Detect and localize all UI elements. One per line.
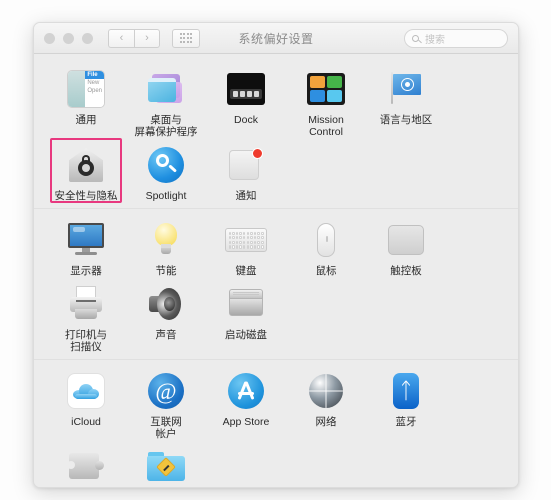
pref-label: Spotlight [145, 190, 187, 202]
sharing-icon [145, 446, 187, 487]
sound-icon [145, 283, 187, 325]
pref-spotlight[interactable]: Spotlight [126, 140, 206, 204]
energy-saver-icon [145, 219, 187, 261]
chevron-left-icon: ‹ [119, 32, 124, 44]
desktop-screensaver-icon [145, 68, 187, 110]
close-button[interactable] [44, 32, 55, 44]
pref-sound[interactable]: 声音 [126, 279, 206, 355]
language-region-icon [385, 68, 427, 110]
pref-security-privacy[interactable]: 安全性与隐私 [46, 138, 126, 204]
prefs-row-internet: iCloud @ 互联网 帐户 App Store 网络 ᛏ 蓝牙 [34, 360, 518, 487]
pref-label: 启动磁盘 [225, 329, 267, 341]
pref-energy-saver[interactable]: 节能 [126, 215, 206, 279]
search-placeholder: 搜索 [425, 35, 445, 46]
pref-startup-disk[interactable]: 启动磁盘 [206, 279, 286, 355]
pref-internet-accounts[interactable]: @ 互联网 帐户 [126, 366, 206, 442]
displays-icon [65, 219, 107, 261]
pref-mission-control[interactable]: Mission Control [286, 64, 366, 140]
pref-label: 节能 [155, 265, 177, 277]
pref-app-store[interactable]: App Store [206, 366, 286, 442]
keyboard-icon [225, 219, 267, 261]
screen: ‹ › 系统偏好设置 搜索 File New Open 通用 桌面与 屏幕保护程… [0, 0, 551, 500]
pref-label: 通知 [235, 190, 257, 202]
show-all-button[interactable] [172, 28, 200, 48]
pref-general[interactable]: File New Open 通用 [46, 64, 126, 140]
pref-printers-scanners[interactable]: 打印机与 扫描仪 [46, 279, 126, 355]
general-icon: File New Open [65, 68, 107, 110]
zoom-button[interactable] [82, 32, 93, 44]
pref-extensions[interactable]: 扩展 [46, 442, 126, 487]
internet-accounts-icon: @ [145, 370, 187, 412]
pref-language-region[interactable]: 语言与地区 [366, 64, 446, 140]
pref-label: App Store [222, 416, 270, 428]
pref-label: 安全性与隐私 [54, 190, 118, 202]
pref-label: 通用 [75, 114, 97, 126]
pref-label: 语言与地区 [379, 114, 433, 126]
pref-label: 蓝牙 [395, 416, 417, 428]
app-store-icon [225, 370, 267, 412]
pref-label: 打印机与 扫描仪 [65, 329, 107, 353]
trackpad-icon [385, 219, 427, 261]
pref-notifications[interactable]: 通知 [206, 140, 286, 204]
icloud-icon [65, 370, 107, 412]
chevron-right-icon: › [145, 32, 149, 44]
pref-network[interactable]: 网络 [286, 366, 366, 442]
minimize-button[interactable] [63, 32, 74, 44]
system-preferences-window: ‹ › 系统偏好设置 搜索 File New Open 通用 桌面与 屏幕保护程… [33, 22, 519, 488]
startup-disk-icon [225, 283, 267, 325]
pref-mouse[interactable]: 鼠标 [286, 215, 366, 279]
preferences-grid: File New Open 通用 桌面与 屏幕保护程序 Dock Mission… [34, 54, 518, 487]
security-privacy-icon [65, 144, 107, 186]
pref-label: 键盘 [235, 265, 257, 277]
extensions-icon [65, 446, 107, 487]
prefs-row-personal: File New Open 通用 桌面与 屏幕保护程序 Dock Mission… [34, 58, 518, 209]
dock-icon [225, 68, 267, 110]
pref-label: 声音 [155, 329, 177, 341]
search-field[interactable]: 搜索 [404, 29, 508, 48]
search-icon [412, 34, 419, 42]
pref-label: 显示器 [70, 265, 102, 277]
mouse-icon [305, 219, 347, 261]
network-icon [305, 370, 347, 412]
pref-desktop-screensaver[interactable]: 桌面与 屏幕保护程序 [126, 64, 206, 140]
pref-bluetooth[interactable]: ᛏ 蓝牙 [366, 366, 446, 442]
mission-control-icon [305, 68, 347, 110]
traffic-lights [44, 32, 93, 44]
prefs-row-hardware: 显示器 节能 键盘 鼠标 触控板 打印机与 扫描仪 声音 启动磁盘 [34, 209, 518, 360]
pref-label: 桌面与 屏幕保护程序 [134, 114, 198, 138]
pref-icloud[interactable]: iCloud [46, 366, 126, 442]
pref-trackpad[interactable]: 触控板 [366, 215, 446, 279]
navigation-buttons: ‹ › [108, 28, 160, 48]
grid-icon [179, 33, 193, 43]
printers-scanners-icon [65, 283, 107, 325]
pref-label: 鼠标 [315, 265, 337, 277]
pref-label: 触控板 [390, 265, 422, 277]
pref-keyboard[interactable]: 键盘 [206, 215, 286, 279]
window-titlebar: ‹ › 系统偏好设置 搜索 [34, 23, 518, 54]
pref-sharing[interactable]: 共享 [126, 442, 206, 487]
pref-label: iCloud [71, 416, 101, 428]
pref-displays[interactable]: 显示器 [46, 215, 126, 279]
back-button[interactable]: ‹ [108, 28, 134, 48]
spotlight-icon [145, 144, 187, 186]
bluetooth-icon: ᛏ [385, 370, 427, 412]
pref-dock[interactable]: Dock [206, 64, 286, 140]
pref-label: 互联网 帐户 [150, 416, 182, 440]
forward-button[interactable]: › [134, 28, 160, 48]
pref-label: Mission Control [308, 114, 344, 138]
pref-label: 网络 [315, 416, 337, 428]
notifications-icon [225, 144, 267, 186]
pref-label: Dock [234, 114, 258, 126]
